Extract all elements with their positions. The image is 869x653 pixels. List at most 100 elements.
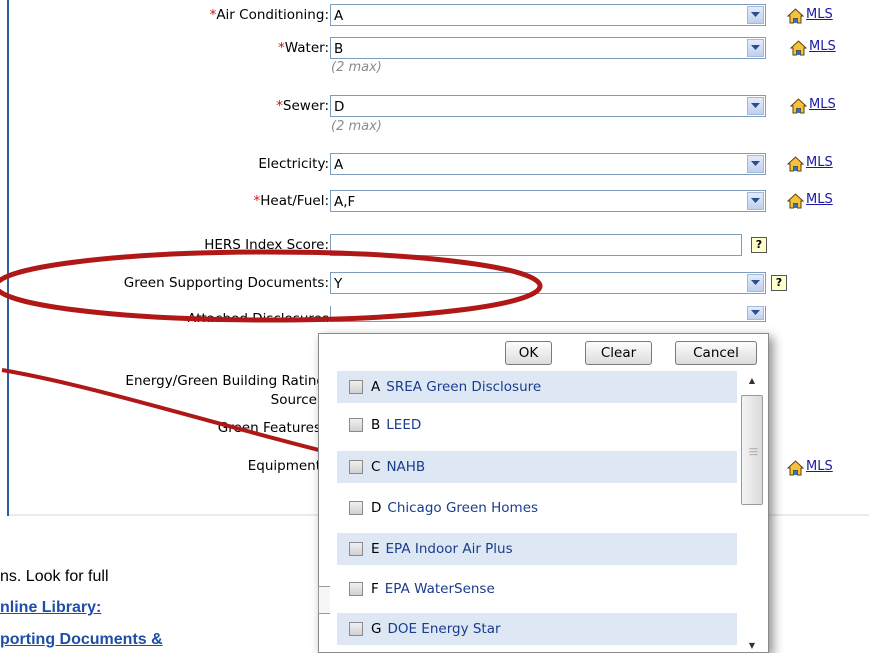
electricity-select[interactable]: A: [330, 153, 766, 175]
house-icon: [787, 459, 804, 476]
scroll-up-icon[interactable]: ▲: [737, 371, 767, 389]
source-label: Source: [271, 389, 317, 411]
chevron-down-icon[interactable]: [747, 39, 764, 57]
label-text: Water:: [284, 40, 329, 56]
green-features-label: Green Features: [218, 417, 321, 439]
air-conditioning-select[interactable]: A: [330, 4, 766, 26]
option-row[interactable]: B LEED: [337, 409, 737, 441]
label-text: HERS Index Score:: [204, 237, 329, 253]
equipment-label: Equipment: [248, 455, 321, 477]
air-conditioning-mls-link[interactable]: MLS: [787, 4, 833, 26]
checkbox[interactable]: [349, 418, 363, 432]
air-conditioning-label: *Air Conditioning:: [210, 4, 329, 26]
label-text: Green Features: [217, 420, 321, 436]
grip-icon: — — —: [749, 444, 758, 460]
select-value: A: [334, 8, 344, 24]
option-text[interactable]: NAHB: [386, 459, 425, 475]
mls-link-text[interactable]: MLS: [809, 36, 836, 58]
mls-link-text[interactable]: MLS: [806, 4, 833, 26]
option-row[interactable]: F EPA WaterSense: [337, 573, 737, 605]
chevron-down-icon[interactable]: [747, 274, 764, 292]
house-icon: [787, 7, 804, 24]
water-mls-link[interactable]: MLS: [790, 36, 836, 58]
heat-fuel-select[interactable]: A,F: [330, 190, 766, 212]
label-text: Equipment: [247, 458, 321, 474]
house-icon: [790, 39, 807, 56]
label-text: Air Conditioning:: [216, 7, 329, 23]
question-icon[interactable]: ?: [771, 275, 787, 291]
doc-link-line[interactable]: nline Library:: [0, 598, 101, 618]
scroll-down-icon[interactable]: ▼: [737, 636, 767, 653]
electricity-label: Electricity:: [258, 153, 329, 175]
sewer-select[interactable]: D: [330, 95, 766, 117]
checkbox[interactable]: [349, 460, 363, 474]
option-code: F: [371, 581, 379, 597]
label-text: Green Supporting Documents:: [123, 275, 329, 291]
option-text[interactable]: SREA Green Disclosure: [386, 379, 541, 395]
partial-button: [318, 586, 330, 614]
doc-text: ns. Look for full: [0, 568, 109, 585]
option-code: G: [371, 621, 382, 637]
clear-button[interactable]: Clear: [585, 341, 652, 365]
label-text: Sewer:: [282, 98, 329, 114]
option-code: D: [371, 500, 382, 516]
select-value: A: [334, 157, 344, 173]
chevron-down-icon[interactable]: [747, 6, 764, 24]
checkbox[interactable]: [349, 542, 363, 556]
heat-fuel-label: *Heat/Fuel:: [253, 190, 329, 212]
option-row[interactable]: E EPA Indoor Air Plus: [337, 533, 737, 565]
option-text[interactable]: DOE Energy Star: [387, 621, 500, 637]
label-text: Energy/Green Building Rating: [125, 373, 325, 389]
mls-link-text[interactable]: MLS: [806, 152, 833, 174]
heat-fuel-mls-link[interactable]: MLS: [787, 189, 833, 211]
hers-index-score-input[interactable]: [330, 234, 742, 256]
supporting-documents-link[interactable]: porting Documents &: [0, 631, 163, 648]
option-code: E: [371, 541, 380, 557]
option-row[interactable]: C NAHB: [337, 451, 737, 483]
label-text: Source: [270, 392, 317, 408]
option-text[interactable]: Chicago Green Homes: [387, 500, 538, 516]
chevron-down-icon[interactable]: [747, 97, 764, 115]
options-list: A SREA Green Disclosure B LEED C NAHB D Chic…: [337, 371, 737, 653]
option-row[interactable]: A SREA Green Disclosure: [337, 371, 737, 403]
options-scrollbar[interactable]: ▲ — — — ▼: [737, 371, 767, 653]
checkbox[interactable]: [349, 622, 363, 636]
ok-button[interactable]: OK: [505, 341, 552, 365]
required-marker: *: [278, 40, 285, 56]
label-text: Electricity:: [258, 156, 329, 172]
checkbox[interactable]: [349, 582, 363, 596]
option-code: B: [371, 417, 381, 433]
electricity-mls-link[interactable]: MLS: [787, 152, 833, 174]
checkbox[interactable]: [349, 380, 363, 394]
chevron-down-icon[interactable]: [747, 155, 764, 173]
chevron-down-icon[interactable]: [747, 192, 764, 210]
option-text[interactable]: LEED: [386, 417, 421, 433]
water-label: *Water:: [278, 37, 329, 59]
scroll-thumb[interactable]: — — —: [741, 395, 763, 505]
chevron-down-icon[interactable]: [747, 306, 764, 320]
option-text[interactable]: EPA Indoor Air Plus: [386, 541, 513, 557]
mls-link-text[interactable]: MLS: [806, 189, 833, 211]
equipment-mls-link[interactable]: MLS: [787, 456, 833, 478]
cancel-button[interactable]: Cancel: [675, 341, 757, 365]
label-text: Heat/Fuel:: [260, 193, 329, 209]
online-library-link[interactable]: nline Library:: [0, 599, 101, 616]
option-row[interactable]: D Chicago Green Homes: [337, 492, 737, 524]
option-text[interactable]: EPA WaterSense: [385, 581, 495, 597]
question-icon[interactable]: ?: [751, 237, 767, 253]
doc-link-line[interactable]: porting Documents &: [0, 630, 163, 650]
sewer-max-hint: (2 max): [331, 119, 382, 134]
house-icon: [787, 155, 804, 172]
attached-disclosures-select[interactable]: [330, 306, 766, 322]
checkbox[interactable]: [349, 501, 363, 515]
option-row[interactable]: G DOE Energy Star: [337, 613, 737, 645]
water-select[interactable]: B: [330, 37, 766, 59]
label-text: Attached Disclosures: [187, 311, 329, 322]
doc-text-line: ns. Look for full: [0, 567, 109, 587]
green-documents-popup: OK Clear Cancel A SREA Green Disclosure B…: [318, 333, 769, 653]
green-supporting-documents-select[interactable]: Y: [330, 272, 766, 294]
house-icon: [787, 192, 804, 209]
mls-link-text[interactable]: MLS: [809, 94, 836, 116]
mls-link-text[interactable]: MLS: [806, 456, 833, 478]
sewer-mls-link[interactable]: MLS: [790, 94, 836, 116]
